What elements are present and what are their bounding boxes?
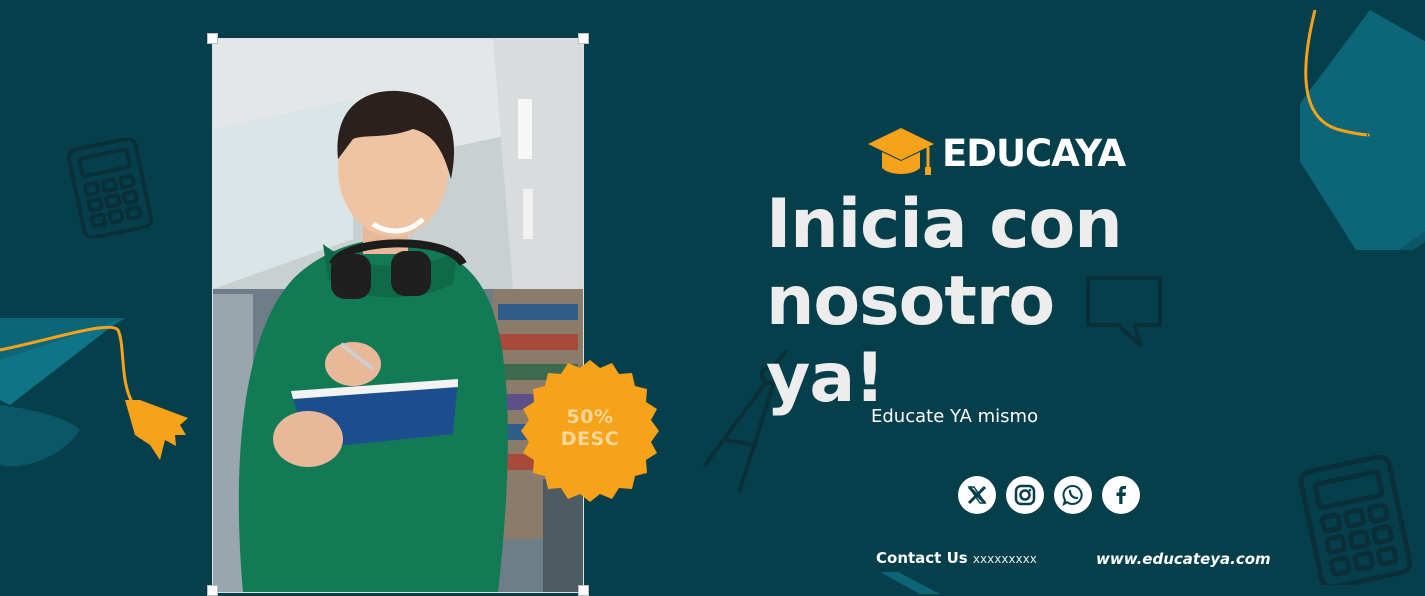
- headline: Inicia con nosotro ya!: [766, 186, 1286, 417]
- resize-handle[interactable]: [207, 585, 218, 596]
- discount-label: DESC: [560, 428, 620, 450]
- website-link[interactable]: www.educateya.com: [1096, 550, 1271, 568]
- headline-line-2: nosotro: [766, 262, 1055, 341]
- discount-badge: 50% DESC: [517, 358, 663, 504]
- x-icon[interactable]: [958, 476, 996, 514]
- contact-value: xxxxxxxxx: [972, 552, 1037, 566]
- tagline: Educate YA mismo: [871, 406, 1039, 427]
- resize-handle[interactable]: [578, 33, 589, 44]
- resize-handle[interactable]: [578, 585, 589, 596]
- discount-percent: 50%: [566, 406, 614, 428]
- contact-label: Contact Us: [876, 549, 968, 567]
- calculator-icon: [1298, 455, 1413, 585]
- brand-logo: EDUCAYA: [866, 124, 1126, 182]
- brand-name: EDUCAYA: [942, 131, 1126, 175]
- graduation-cap-decoration: [0, 318, 188, 467]
- social-links: [958, 476, 1140, 514]
- resize-handle[interactable]: [207, 33, 218, 44]
- whatsapp-icon[interactable]: [1054, 476, 1092, 514]
- facebook-icon[interactable]: [1102, 476, 1140, 514]
- ribbon-decoration: [880, 572, 940, 594]
- book-decoration: [1300, 10, 1425, 250]
- headline-line-1: Inicia con: [766, 185, 1123, 264]
- graduation-cap-icon: [868, 128, 934, 175]
- student-photo: [212, 38, 584, 593]
- contact-info: Contact Us xxxxxxxxx: [876, 549, 1037, 567]
- instagram-icon[interactable]: [1006, 476, 1044, 514]
- calculator-icon: [66, 138, 154, 238]
